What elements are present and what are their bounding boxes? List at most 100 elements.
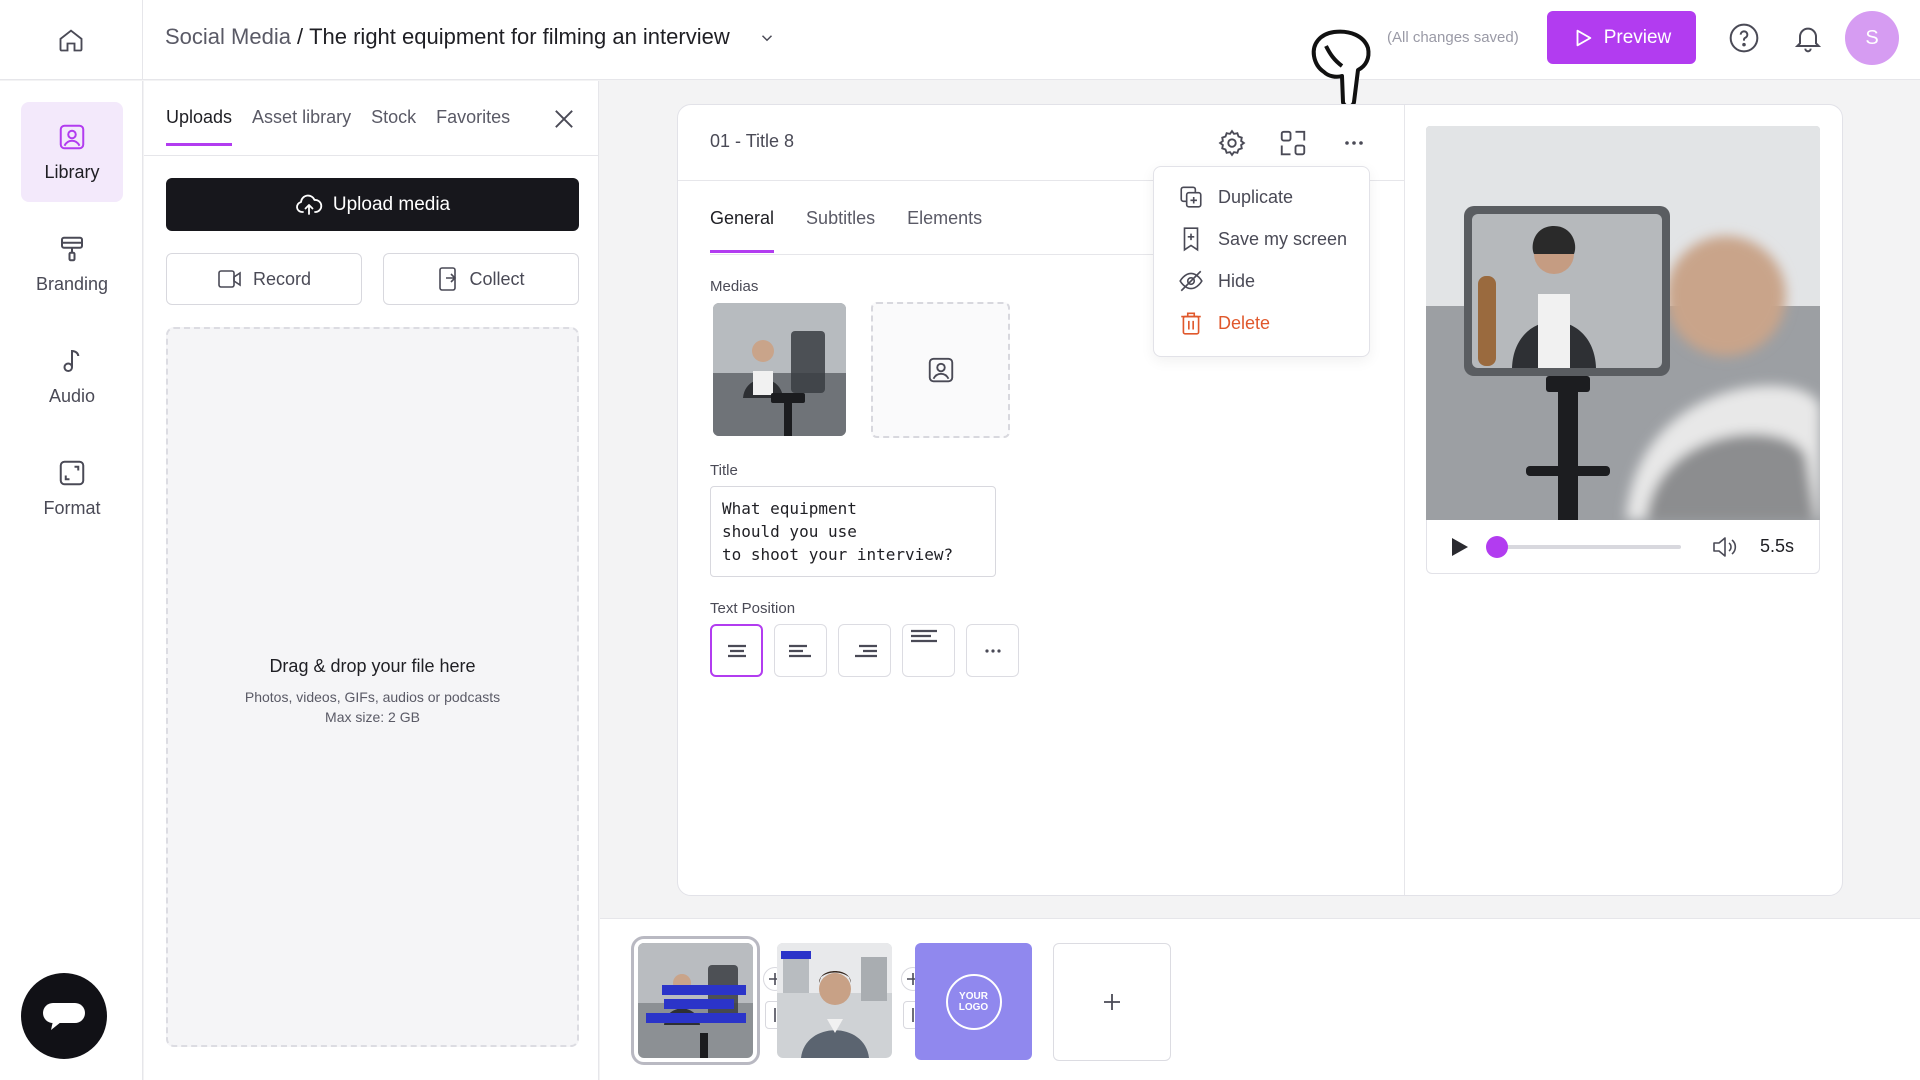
- sidebar-item-branding[interactable]: Branding: [21, 214, 123, 314]
- bell-icon: [1794, 27, 1822, 53]
- close-icon: [555, 110, 573, 128]
- add-scene-button[interactable]: [1053, 943, 1171, 1061]
- file-dropzone[interactable]: Drag & drop your file here Photos, video…: [166, 327, 579, 1047]
- settings-button[interactable]: [1214, 125, 1250, 161]
- more-horizontal-icon: [1345, 141, 1363, 145]
- sidebar-item-audio[interactable]: Audio: [21, 326, 123, 426]
- chat-button[interactable]: [21, 973, 107, 1059]
- more-options-button[interactable]: [1336, 125, 1372, 161]
- medias-label: Medias: [710, 278, 759, 295]
- scene-2-image: [777, 943, 892, 1058]
- media-thumbnail[interactable]: [713, 303, 846, 436]
- menu-item-label: Save my screen: [1218, 228, 1348, 249]
- sidebar-item-format[interactable]: Format: [21, 438, 123, 538]
- scene-1-image: [638, 943, 753, 1058]
- add-media-slot[interactable]: [871, 302, 1010, 438]
- menu-item-delete[interactable]: Delete: [1154, 303, 1369, 343]
- scene-thumbnail-1[interactable]: [631, 936, 760, 1065]
- interview-video-thumbnail: [713, 303, 846, 436]
- logo-placeholder: YOUR LOGO: [945, 973, 1002, 1030]
- breadcrumb-parent[interactable]: Social Media: [165, 24, 291, 50]
- tab-stock[interactable]: Stock: [371, 107, 416, 146]
- position-top-left-button[interactable]: [902, 624, 955, 677]
- editor-tabs: General Subtitles Elements: [710, 208, 982, 253]
- sidebar-item-label: Audio: [48, 385, 96, 406]
- left-nav: Library Branding Audio Format: [0, 81, 143, 1080]
- menu-item-label: Hide: [1218, 270, 1256, 291]
- preview-label: Preview: [1603, 26, 1672, 48]
- upload-media-button[interactable]: Upload media: [166, 178, 579, 231]
- tab-elements[interactable]: Elements: [907, 208, 982, 253]
- save-status: (All changes saved): [1387, 29, 1519, 46]
- play-icon: [1452, 538, 1468, 556]
- upload-media-label: Upload media: [332, 193, 451, 215]
- home-button[interactable]: [0, 0, 143, 80]
- notifications-button[interactable]: [1792, 22, 1824, 54]
- sidebar-item-label: Library: [44, 161, 100, 182]
- top-bar: Social Media / The right equipment for f…: [0, 0, 1920, 80]
- video-preview[interactable]: [1426, 126, 1820, 520]
- avatar[interactable]: S: [1845, 11, 1899, 65]
- align-center-icon: [727, 644, 746, 657]
- title-input[interactable]: [710, 486, 996, 577]
- add-image-icon: [928, 357, 953, 383]
- bookmark-icon: [1183, 227, 1199, 252]
- project-title: The right equipment for filming an inter…: [309, 24, 730, 49]
- home-icon: [59, 29, 83, 52]
- position-left-button[interactable]: [774, 624, 827, 677]
- breadcrumb-separator: /: [296, 24, 304, 49]
- tab-subtitles[interactable]: Subtitles: [806, 208, 875, 253]
- tab-favorites[interactable]: Favorites: [436, 107, 510, 146]
- position-center-button[interactable]: [710, 624, 763, 677]
- cloud-upload-icon: [295, 194, 323, 215]
- plus-icon: [1104, 994, 1120, 1010]
- scene-timeline: YOUR LOGO: [600, 918, 1920, 1080]
- preview-button[interactable]: Preview: [1547, 11, 1696, 64]
- tab-uploads[interactable]: Uploads: [166, 107, 233, 146]
- resize-icon: [59, 460, 85, 485]
- help-icon: [1729, 23, 1759, 53]
- chevron-down-icon[interactable]: [758, 29, 776, 47]
- layout-button[interactable]: [1275, 125, 1311, 161]
- scene-options-menu: Duplicate Save my screen Hide Delete: [1153, 166, 1370, 357]
- menu-item-label: Duplicate: [1218, 186, 1294, 207]
- align-top-left-icon: [910, 629, 937, 642]
- library-tabs: Uploads Asset library Stock Favorites: [166, 107, 510, 146]
- image-icon: [59, 124, 85, 149]
- library-panel: Uploads Asset library Stock Favorites Up…: [144, 81, 599, 1080]
- close-panel-button[interactable]: [550, 105, 578, 133]
- volume-button[interactable]: [1711, 534, 1739, 560]
- collect-icon: [439, 267, 457, 291]
- eye-off-icon: [1179, 270, 1203, 292]
- sidebar-item-library[interactable]: Library: [21, 102, 123, 202]
- play-button[interactable]: [1447, 535, 1471, 559]
- menu-item-save-my-screen[interactable]: Save my screen: [1154, 219, 1369, 259]
- scene-title: 01 - Title 8: [710, 131, 795, 151]
- collect-button[interactable]: Collect: [383, 253, 579, 305]
- layout-icon: [1280, 130, 1306, 156]
- record-label: Record: [252, 268, 312, 289]
- record-button[interactable]: Record: [166, 253, 362, 305]
- video-duration: 5.5s: [1760, 536, 1795, 556]
- help-button[interactable]: [1728, 22, 1760, 54]
- video-camera-icon: [218, 270, 241, 288]
- tab-asset-library[interactable]: Asset library: [252, 107, 351, 146]
- chat-icon: [43, 1003, 85, 1030]
- tab-general[interactable]: General: [710, 208, 775, 253]
- sidebar-item-label: Format: [43, 497, 101, 518]
- scene-thumbnail-2[interactable]: [777, 943, 892, 1058]
- play-icon: [1576, 29, 1591, 46]
- progress-knob[interactable]: [1486, 536, 1508, 558]
- dropzone-title: Drag & drop your file here: [269, 656, 476, 676]
- position-more-button[interactable]: [966, 624, 1019, 677]
- progress-track[interactable]: [1489, 545, 1681, 549]
- preview-frame-image: [1426, 126, 1820, 520]
- collect-label: Collect: [469, 268, 525, 289]
- position-right-button[interactable]: [838, 624, 891, 677]
- menu-item-hide[interactable]: Hide: [1154, 261, 1369, 301]
- trash-icon: [1181, 312, 1201, 335]
- scene-thumbnail-logo[interactable]: YOUR LOGO: [915, 943, 1032, 1060]
- title-label: Title: [710, 462, 738, 479]
- menu-item-duplicate[interactable]: Duplicate: [1154, 177, 1369, 217]
- pointer-hand-icon: [1311, 29, 1371, 109]
